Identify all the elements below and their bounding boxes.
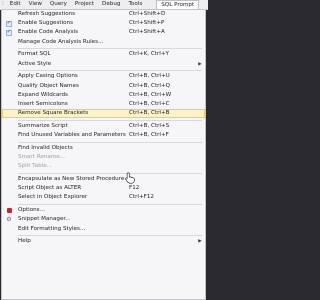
menu-item-refresh-suggestions[interactable]: Refresh Suggestions Ctrl+Shift+D <box>2 10 205 19</box>
menu-item-smart-rename[interactable]: Smart Rename... <box>2 153 205 162</box>
menu-item-label: Select in Object Explorer <box>18 194 88 201</box>
menu-item-label: Split Table... <box>18 163 52 170</box>
menu-view[interactable]: View <box>25 0 46 9</box>
menu-item-label: Expand Wildcards <box>18 91 68 98</box>
menu-item-enable-code-analysis[interactable]: ✓ Enable Code Analysis Ctrl+Shift+A <box>2 28 205 37</box>
menu-item-format-sql[interactable]: Format SQL Ctrl+K, Ctrl+Y <box>2 50 205 59</box>
menu-sql-prompt[interactable]: SQL Prompt <box>156 0 200 9</box>
menu-item-label: Options... <box>18 207 45 214</box>
menu-item-help[interactable]: Help ▶ <box>2 237 205 246</box>
menu-item-options[interactable]: Options... <box>2 206 205 215</box>
menu-item-select-in-object-explorer[interactable]: Select in Object Explorer Ctrl+F12 <box>2 193 205 202</box>
menu-item-label: Help <box>18 238 31 245</box>
menu-item-shortcut: F12 <box>129 185 140 192</box>
menu-item-shortcut: Ctrl+F12 <box>129 194 154 201</box>
menu-query[interactable]: Query <box>46 0 71 9</box>
menu-item-shortcut: Ctrl+B, Ctrl+C <box>129 100 170 107</box>
menu-item-label: Find Invalid Objects <box>18 144 73 151</box>
menu-item-label: Enable Suggestions <box>18 20 74 27</box>
menu-item-label: Remove Square Brackets <box>18 110 89 117</box>
menu-item-find-unused-variables[interactable]: Find Unused Variables and Parameters Ctr… <box>2 131 205 140</box>
menu-item-qualify-object-names[interactable]: Qualify Object Names Ctrl+B, Ctrl+Q <box>2 82 205 91</box>
menu-item-shortcut: Ctrl+B, Ctrl+Q <box>129 82 171 89</box>
checkmark-icon: ✓ <box>6 29 12 36</box>
menu-item-manage-code-analysis-rules[interactable]: Manage Code Analysis Rules... <box>2 38 205 47</box>
menu-project[interactable]: Project <box>71 0 98 9</box>
menu-item-enable-suggestions[interactable]: ✓ Enable Suggestions Ctrl+Shift+P <box>2 19 205 28</box>
menu-item-split-table[interactable]: Split Table... <box>2 162 205 171</box>
menu-item-label: Smart Rename... <box>18 154 65 160</box>
menu-item-shortcut: Ctrl+B, Ctrl+S <box>129 122 170 129</box>
menu-item-active-style[interactable]: Active Style ▶ <box>2 60 205 69</box>
menu-item-shortcut: Ctrl+Shift+D <box>129 11 166 17</box>
menu-item-label: Encapsulate as New Stored Procedure... <box>18 175 129 182</box>
menu-item-insert-semicolons[interactable]: Insert Semicolons Ctrl+B, Ctrl+C <box>2 100 205 109</box>
menu-item-snippet-manager[interactable]: ⚙ Snippet Manager... <box>2 215 205 224</box>
menu-item-label: Qualify Object Names <box>18 82 79 89</box>
menu-item-shortcut: Ctrl+Shift+A <box>129 29 165 36</box>
menu-item-shortcut: Ctrl+B, Ctrl+F <box>129 132 169 139</box>
menu-item-shortcut: Ctrl+B, Ctrl+W <box>129 91 172 98</box>
menu-item-summarize-script[interactable]: Summarize Script Ctrl+B, Ctrl+S <box>2 122 205 131</box>
menu-item-label: Edit Formatting Styles... <box>18 225 86 232</box>
menu-item-encapsulate-stored-procedure[interactable]: Encapsulate as New Stored Procedure... <box>2 175 205 184</box>
sql-prompt-dropdown: Refresh Suggestions Ctrl+Shift+D ✓ Enabl… <box>1 9 206 300</box>
menu-item-label: Insert Semicolons <box>18 100 68 107</box>
menu-item-label: Apply Casing Options <box>18 73 78 80</box>
hand-pointer-icon <box>125 172 135 184</box>
menu-tools[interactable]: Tools <box>124 0 146 9</box>
menu-debug[interactable]: Debug <box>98 0 124 9</box>
menu-item-label: Script Object as ALTER <box>18 185 82 192</box>
checkmark-icon: ✓ <box>6 20 12 27</box>
menu-item-label: Format SQL <box>18 51 51 58</box>
gear-icon: ⚙ <box>6 216 12 224</box>
menu-item-apply-casing-options[interactable]: Apply Casing Options Ctrl+B, Ctrl+U <box>2 72 205 81</box>
menu-item-shortcut: Ctrl+B, Ctrl+U <box>129 73 170 80</box>
menu-item-label: Snippet Manager... <box>18 216 71 223</box>
menu-item-edit-formatting-styles[interactable]: Edit Formatting Styles... <box>2 225 205 234</box>
menu-item-find-invalid-objects[interactable]: Find Invalid Objects <box>2 144 205 153</box>
submenu-arrow-icon: ▶ <box>198 61 202 67</box>
menu-item-shortcut: Ctrl+K, Ctrl+Y <box>129 51 169 58</box>
menu-edit[interactable]: Edit <box>6 0 25 9</box>
submenu-arrow-icon: ▶ <box>198 239 202 245</box>
menu-item-label: Manage Code Analysis Rules... <box>18 38 104 45</box>
menu-item-expand-wildcards[interactable]: Expand Wildcards Ctrl+B, Ctrl+W <box>2 91 205 100</box>
red-square-icon <box>6 208 12 214</box>
menu-item-remove-square-brackets[interactable]: Remove Square Brackets Ctrl+B, Ctrl+B <box>2 109 205 119</box>
menu-item-shortcut: Ctrl+Shift+P <box>129 20 165 27</box>
menu-item-label: Active Style <box>18 60 52 67</box>
menu-item-label: Summarize Script <box>18 122 68 129</box>
menu-item-label: Find Unused Variables and Parameters <box>18 132 126 139</box>
menu-item-script-object-as-alter[interactable]: Script Object as ALTER F12 <box>2 184 205 193</box>
menu-item-label: Enable Code Analysis <box>18 29 78 36</box>
menu-item-label: Refresh Suggestions <box>18 11 76 17</box>
menu-item-shortcut: Ctrl+B, Ctrl+B <box>129 110 170 117</box>
